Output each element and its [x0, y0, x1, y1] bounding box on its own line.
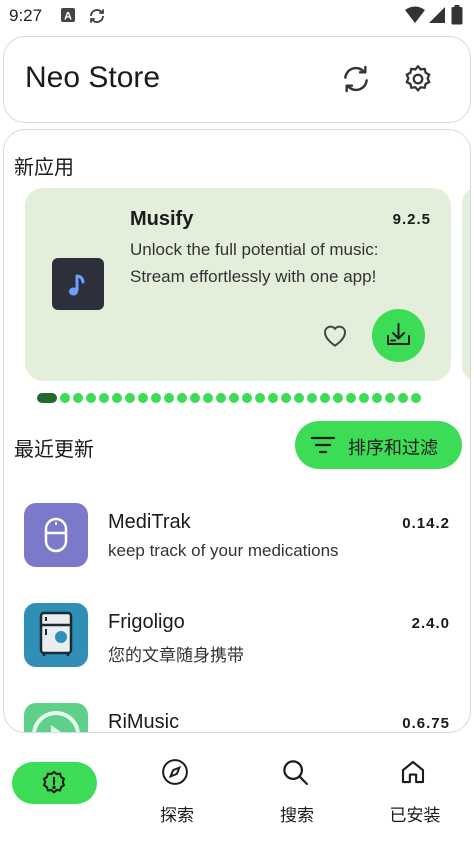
- recent-updates-title: 最近更新: [14, 439, 94, 461]
- wifi-icon: [405, 6, 425, 29]
- nav-item-updates[interactable]: [0, 754, 118, 834]
- carousel-dot[interactable]: [346, 393, 356, 403]
- carousel-dot[interactable]: [320, 393, 330, 403]
- nav-active-indicator: [12, 762, 97, 804]
- pill-icon: [44, 517, 68, 553]
- app-name: Frigoligo: [108, 611, 185, 633]
- app-description: keep track of your medications: [108, 541, 339, 560]
- svg-text:A: A: [64, 11, 72, 23]
- home-icon: [398, 757, 428, 787]
- settings-button[interactable]: [402, 63, 434, 95]
- sync-icon: [88, 7, 106, 30]
- battery-icon: [451, 5, 463, 30]
- carousel-dot[interactable]: [112, 393, 122, 403]
- sync-button[interactable]: [340, 63, 372, 95]
- carousel-dot[interactable]: [385, 393, 395, 403]
- carousel-dot[interactable]: [60, 393, 70, 403]
- new-apps-title: 新应用: [14, 157, 74, 179]
- nav-item-search[interactable]: 搜索: [238, 754, 356, 834]
- nav-item-explore[interactable]: 探索: [118, 754, 236, 834]
- app-version: 0.14.2: [402, 515, 450, 532]
- app-description: 您的文章随身携带: [108, 646, 244, 665]
- featured-app-version: 9.2.5: [392, 211, 431, 228]
- carousel-dot[interactable]: [294, 393, 304, 403]
- carousel-dot[interactable]: [268, 393, 278, 403]
- app-row-meditrak[interactable]: MediTrak 0.14.2 keep track of your medic…: [4, 503, 470, 593]
- carousel-indicator: [37, 393, 421, 403]
- a-letter-icon: A: [60, 7, 76, 28]
- carousel-dot[interactable]: [73, 393, 83, 403]
- carousel-dot-active[interactable]: [37, 393, 57, 403]
- featured-app-description: Unlock the full potential of music: Stre…: [130, 240, 379, 286]
- favorite-button[interactable]: [320, 320, 350, 350]
- app-name: MediTrak: [108, 511, 191, 533]
- carousel-dot[interactable]: [151, 393, 161, 403]
- app-row-frigoligo[interactable]: Frigoligo 2.4.0 您的文章随身携带: [4, 603, 470, 693]
- carousel-dot[interactable]: [281, 393, 291, 403]
- sort-filter-button[interactable]: 排序和过滤: [295, 421, 462, 469]
- meditrak-app-icon: [24, 503, 88, 567]
- sync-icon: [344, 65, 368, 93]
- signal-icon: [428, 6, 446, 29]
- frigoligo-app-icon: [24, 603, 88, 667]
- carousel-dot[interactable]: [203, 393, 213, 403]
- featured-app-name: Musify: [130, 208, 194, 230]
- carousel-dot[interactable]: [307, 393, 317, 403]
- music-note-icon: [69, 274, 85, 296]
- nav-label-explore: 探索: [160, 806, 194, 825]
- next-featured-card[interactable]: [462, 188, 470, 381]
- settings-icon: [405, 64, 431, 93]
- carousel-dot[interactable]: [359, 393, 369, 403]
- sort-filter-label: 排序和过滤: [348, 438, 438, 458]
- search-icon: [280, 757, 310, 787]
- featured-app-card[interactable]: Musify 9.2.5 Unlock the full potential o…: [25, 188, 451, 381]
- download-icon: [387, 323, 410, 345]
- nav-label-installed: 已安装: [389, 806, 441, 825]
- filter-icon: [309, 433, 337, 462]
- app-header: Neo Store: [3, 36, 471, 123]
- carousel-dot[interactable]: [177, 393, 187, 403]
- play-icon: [32, 711, 80, 732]
- carousel-dot[interactable]: [398, 393, 408, 403]
- fridge-icon: [39, 611, 73, 656]
- carousel-dot[interactable]: [99, 393, 109, 403]
- carousel-dot[interactable]: [190, 393, 200, 403]
- carousel-dot[interactable]: [255, 393, 265, 403]
- carousel-dot[interactable]: [86, 393, 96, 403]
- bottom-navigation: 探索 搜索 已安装: [0, 740, 474, 842]
- status-time: 9:27: [9, 6, 43, 25]
- nav-item-installed[interactable]: 已安装: [356, 754, 474, 834]
- heart-icon: [323, 325, 347, 347]
- carousel-dot[interactable]: [216, 393, 226, 403]
- rimusic-app-icon: [24, 703, 88, 732]
- app-row-rimusic[interactable]: RiMusic 0.6.75: [4, 703, 470, 733]
- carousel-dot[interactable]: [138, 393, 148, 403]
- app-version: 0.6.75: [402, 715, 450, 732]
- download-button[interactable]: [372, 309, 425, 362]
- main-content[interactable]: 新应用 Musify 9.2.5 Unlock the full potenti…: [3, 129, 471, 733]
- alert-badge-icon: [42, 770, 66, 794]
- carousel-dot[interactable]: [125, 393, 135, 403]
- carousel-dot[interactable]: [333, 393, 343, 403]
- carousel-dot[interactable]: [372, 393, 382, 403]
- carousel-dot[interactable]: [242, 393, 252, 403]
- nav-label-search: 搜索: [280, 806, 314, 825]
- status-bar: 9:27 A: [0, 0, 474, 32]
- carousel-dot[interactable]: [229, 393, 239, 403]
- musify-app-icon: [52, 258, 104, 310]
- carousel-dot[interactable]: [164, 393, 174, 403]
- app-title: Neo Store: [25, 61, 161, 94]
- compass-icon: [160, 757, 190, 787]
- app-version: 2.4.0: [411, 615, 450, 632]
- app-name: RiMusic: [108, 711, 180, 733]
- carousel-dot[interactable]: [411, 393, 421, 403]
